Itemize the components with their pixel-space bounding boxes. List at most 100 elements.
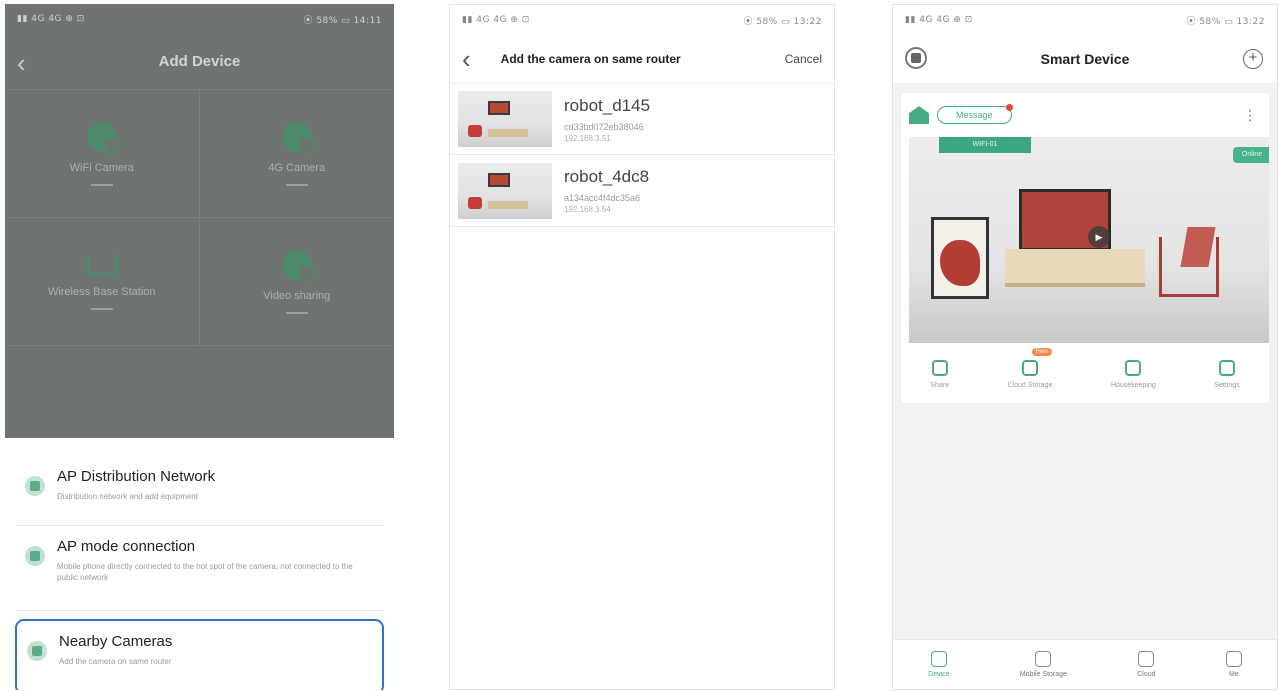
scan-icon[interactable]: [905, 47, 927, 69]
page-title: Add the camera on same router: [500, 52, 681, 66]
device-ip: 192.168.3.54: [564, 205, 611, 214]
divider: [285, 311, 308, 314]
camera-thumbnail: [458, 91, 552, 147]
status-bar: ▮▮ 4G 4G ⊕ ⊡ ⦿ 58% ▭ 13:22: [450, 5, 834, 35]
grid-item-base-station[interactable]: Wireless Base Station: [5, 218, 200, 346]
thumb-sofa: [468, 125, 482, 137]
more-vertical-icon[interactable]: ⋮: [1243, 107, 1257, 124]
scene-chair: [1159, 237, 1219, 297]
status-right: ⦿ 58% ▭ 13:22: [743, 16, 822, 27]
card-header: Message ⋮: [901, 93, 1269, 137]
cloud-storage-icon: [1021, 359, 1038, 376]
live-preview[interactable]: WIFI-01 Online: [909, 137, 1269, 343]
storage-icon: [1035, 651, 1052, 667]
wifi-camera-icon: [86, 121, 121, 154]
action-share[interactable]: Share: [930, 359, 949, 389]
divider: [285, 183, 308, 186]
nearby-cameras-screen: ▮▮ 4G 4G ⊕ ⊡ ⦿ 58% ▭ 13:22 ‹ Add the cam…: [449, 4, 835, 690]
nearby-camera-icon: [27, 641, 47, 661]
option-desc: Add the camera on same router: [59, 657, 172, 666]
action-cloud-storage[interactable]: Free Cloud Storage: [1007, 347, 1053, 389]
page-title: Smart Device: [1040, 51, 1130, 67]
tab-cloud[interactable]: Cloud: [1137, 651, 1156, 678]
divider: [90, 307, 113, 310]
page-title: Add Device: [158, 53, 241, 70]
list-item[interactable]: robot_4dc8 a134acc4f4dc35a6 192.168.3.54: [450, 155, 834, 227]
grid-item-label: 4G Camera: [268, 161, 326, 174]
smart-device-screen: ▮▮ 4G 4G ⊕ ⊡ ⦿ 58% ▭ 13:22 Smart Device …: [892, 4, 1278, 690]
option-title: AP Distribution Network: [57, 468, 216, 485]
ap-mode-icon: [25, 546, 45, 566]
device-ip: 192.168.3.51: [564, 133, 611, 143]
thumb-sofa: [468, 196, 482, 209]
tab-device[interactable]: Device: [928, 651, 950, 678]
dimmed-background: ▮▮ 4G 4G ⊕ ⊡ ⦿ 58% ▭ 14:11 ‹ Add Device …: [5, 4, 394, 438]
grid-item-4g-camera[interactable]: 4G Camera: [199, 90, 394, 218]
grid-item-label: WiFi Camera: [69, 161, 134, 174]
add-circle-icon[interactable]: +: [1243, 49, 1263, 69]
share-icon: [931, 359, 948, 376]
option-title: Nearby Cameras: [59, 633, 173, 650]
free-badge: Free: [1031, 347, 1052, 356]
tab-label: Device: [928, 671, 950, 678]
thumb-tv: [488, 172, 510, 187]
cancel-button[interactable]: Cancel: [785, 52, 822, 66]
cloud-icon: [1138, 651, 1155, 667]
action-label: Cloud Storage: [1007, 381, 1053, 389]
screen: ▮▮ 4G 4G ⊕ ⊡ ⦿ 58% ▭ 14:11 ‹ Add Device …: [5, 4, 394, 690]
chevron-left-icon[interactable]: ‹: [17, 48, 26, 79]
add-device-screen: ▮▮ 4G 4G ⊕ ⊡ ⦿ 58% ▭ 14:11 ‹ Add Device …: [5, 4, 394, 690]
action-label: Settings: [1214, 381, 1240, 389]
play-icon[interactable]: [1019, 189, 1111, 251]
status-badge: Online: [1233, 147, 1269, 163]
base-station-icon: [86, 253, 117, 276]
scene-painting: [931, 217, 989, 299]
tab-label: Cloud: [1137, 671, 1156, 678]
chevron-left-icon[interactable]: ‹: [462, 44, 471, 75]
header: ‹ Add the camera on same router Cancel: [450, 35, 834, 83]
tab-label: Me: [1228, 671, 1239, 678]
action-label: Share: [930, 381, 949, 389]
thumb-cabinet: [488, 129, 528, 137]
option-nearby-cameras[interactable]: Nearby Cameras Add the camera on same ro…: [15, 619, 384, 690]
tab-mobile-storage[interactable]: Mobile Storage: [1020, 651, 1067, 678]
header: ‹ Add Device: [5, 34, 394, 89]
device-icon: [930, 651, 947, 667]
option-ap-mode[interactable]: AP mode connection Mobile phone directly…: [15, 526, 384, 611]
grid-item-wifi-camera[interactable]: WiFi Camera: [5, 90, 200, 218]
device-name-tag: WIFI-01: [939, 137, 1031, 153]
device-card: Message ⋮ WIFI-01 Online Share Free Clou…: [901, 93, 1269, 403]
status-right: ⦿ 58% ▭ 13:22: [1186, 16, 1265, 27]
grid-item-label: Video sharing: [263, 289, 331, 302]
option-title: AP mode connection: [57, 538, 196, 555]
status-right: ⦿ 58% ▭ 14:11: [303, 15, 382, 26]
status-left: ▮▮ 4G 4G ⊕ ⊡: [905, 15, 973, 25]
status-bar: ▮▮ 4G 4G ⊕ ⊡ ⦿ 58% ▭ 13:22: [893, 5, 1277, 35]
list-item[interactable]: robot_d145 cd33bd072eb38046 192.168.3.51: [450, 83, 834, 155]
option-desc: Mobile phone directly connected to the h…: [57, 562, 353, 582]
option-ap-distribution[interactable]: AP Distribution Network Distribution net…: [15, 438, 384, 526]
camera-thumbnail: [458, 162, 552, 219]
device-id: cd33bd072eb38046: [564, 121, 644, 132]
tab-bar: Device Mobile Storage Cloud Me: [893, 639, 1277, 689]
ap-network-icon: [25, 476, 45, 496]
device-name: robot_d145: [564, 95, 651, 115]
message-button[interactable]: Message: [937, 104, 1013, 124]
grid-item-video-sharing[interactable]: Video sharing: [199, 218, 394, 346]
tab-me[interactable]: Me: [1225, 651, 1242, 678]
device-id: a134acc4f4dc35a6: [564, 193, 641, 203]
action-housekeeping[interactable]: Housekeeping: [1111, 359, 1156, 389]
thumb-cabinet: [488, 200, 528, 209]
status-left: ▮▮ 4G 4G ⊕ ⊡: [462, 15, 530, 25]
video-share-icon: [281, 249, 316, 282]
4g-camera-icon: [281, 121, 316, 154]
status-bar: ▮▮ 4G 4G ⊕ ⊡ ⦿ 58% ▭ 14:11: [5, 4, 394, 34]
scene-cabinet: [1005, 249, 1145, 287]
bottom-sheet: AP Distribution Network Distribution net…: [5, 438, 394, 690]
user-icon: [1225, 651, 1242, 667]
status-left: ▮▮ 4G 4G ⊕ ⊡: [17, 14, 85, 24]
card-actions: Share Free Cloud Storage Housekeeping Se…: [901, 345, 1269, 403]
home-icon: [909, 106, 929, 124]
action-settings[interactable]: Settings: [1214, 359, 1240, 389]
device-name: robot_4dc8: [564, 167, 650, 186]
